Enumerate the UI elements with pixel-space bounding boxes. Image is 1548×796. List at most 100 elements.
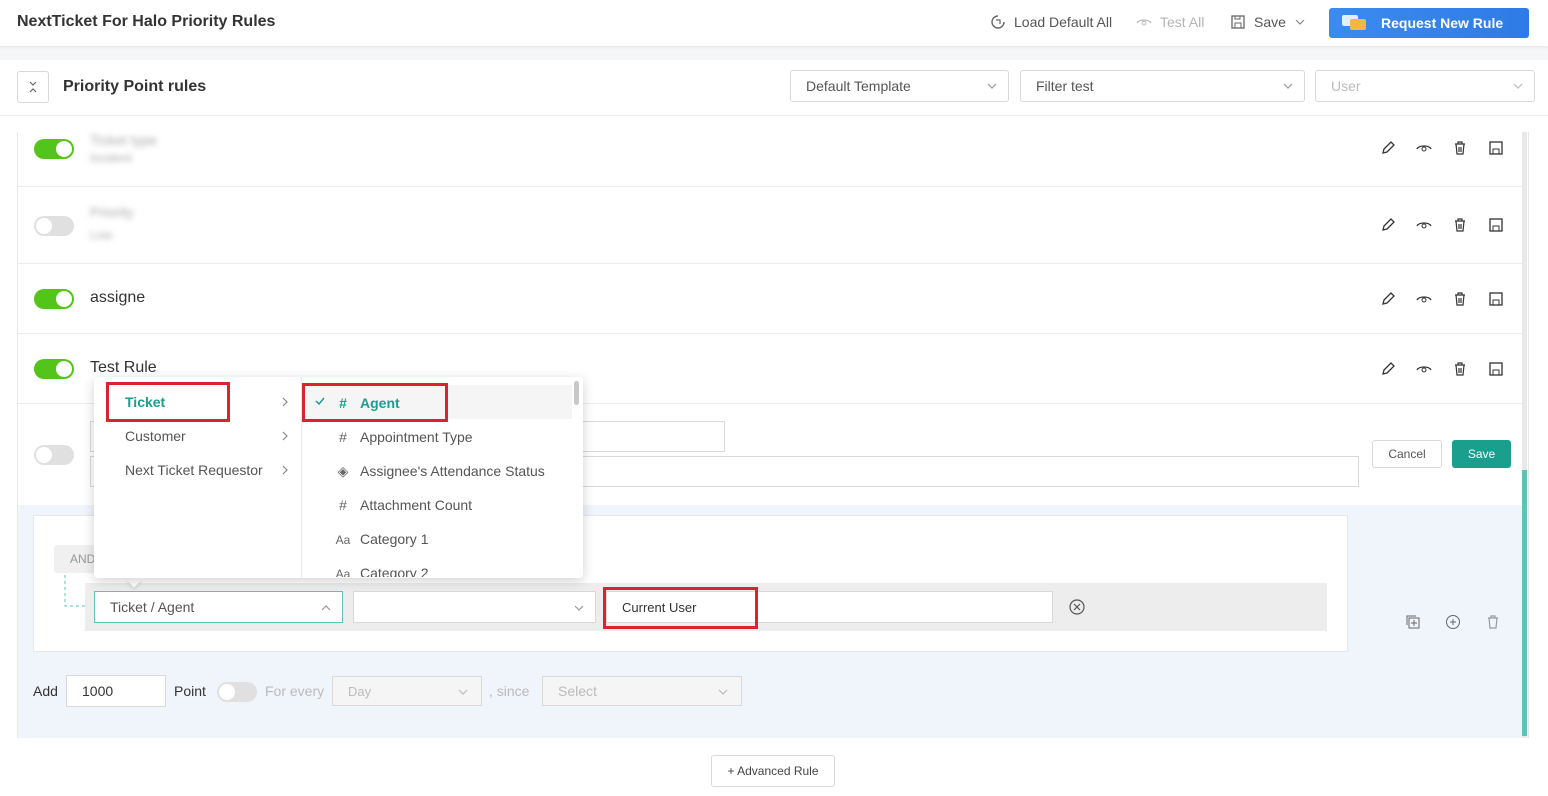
save-icon[interactable] xyxy=(1488,361,1504,377)
chevron-down-icon xyxy=(1283,83,1293,89)
edit-icon[interactable] xyxy=(1380,217,1396,233)
save-icon[interactable] xyxy=(1488,291,1504,307)
point-label: Point xyxy=(174,683,206,699)
eye-icon[interactable] xyxy=(1416,361,1432,377)
trash-icon[interactable] xyxy=(1452,217,1468,233)
rule-name: Test Rule xyxy=(90,359,157,376)
edit-icon[interactable] xyxy=(1380,291,1396,307)
recurring-toggle[interactable] xyxy=(217,682,257,702)
trash-icon[interactable] xyxy=(1452,140,1468,156)
chevron-down-icon xyxy=(718,689,728,695)
trash-icon[interactable] xyxy=(1452,361,1468,377)
save-menu-button[interactable]: Save xyxy=(1230,14,1306,30)
header-divider xyxy=(0,115,1548,116)
save-icon[interactable] xyxy=(1488,140,1504,156)
add-label: Add xyxy=(33,683,58,699)
rule-toggle[interactable] xyxy=(34,289,74,309)
since-select[interactable]: Select xyxy=(542,676,742,706)
text-icon: Aa xyxy=(335,567,351,577)
rule-row[interactable]: Ticket type Incident xyxy=(18,132,1522,187)
field-label: Category 1 xyxy=(360,531,429,547)
operator-select[interactable] xyxy=(353,591,596,623)
template-select-value: Default Template xyxy=(806,78,911,94)
load-default-all-label: Load Default All xyxy=(1014,14,1113,30)
eye-icon[interactable] xyxy=(1416,291,1432,307)
eye-icon[interactable] xyxy=(1416,140,1432,156)
cancel-button[interactable]: Cancel xyxy=(1372,440,1442,468)
trash-icon[interactable] xyxy=(1452,291,1468,307)
text-icon: Aa xyxy=(335,533,351,547)
chat-bubbles-icon xyxy=(1342,15,1366,30)
points-input[interactable]: 1000 xyxy=(66,675,166,707)
rule-toggle[interactable] xyxy=(34,445,74,465)
request-new-rule-button[interactable]: Request New Rule xyxy=(1329,8,1529,38)
and-toggle[interactable]: AND xyxy=(54,545,98,573)
category-item-customer[interactable]: Customer xyxy=(125,428,186,444)
chevron-right-icon xyxy=(282,465,288,475)
scrollbar-thumb[interactable] xyxy=(1522,470,1527,736)
row-actions xyxy=(1380,217,1504,233)
rule-row[interactable]: assigne xyxy=(18,264,1522,334)
edit-icon[interactable] xyxy=(1380,140,1396,156)
field-item-attendance-status[interactable]: ◈ Assignee's Attendance Status xyxy=(334,463,545,480)
rule-row[interactable]: Priority Low xyxy=(18,187,1522,264)
field-item-category-1[interactable]: Aa Category 1 xyxy=(334,531,429,547)
filter-select-value: Filter test xyxy=(1036,78,1094,94)
chevron-down-icon xyxy=(574,605,584,611)
chevron-down-icon xyxy=(987,83,997,89)
field-label: Assignee's Attendance Status xyxy=(360,463,545,479)
field-item-appointment-type[interactable]: # Appointment Type xyxy=(334,429,473,445)
rule-subtext: Low xyxy=(90,228,113,242)
reload-icon xyxy=(991,15,1005,29)
rule-toggle[interactable] xyxy=(34,139,74,159)
collapse-icon xyxy=(29,81,37,93)
since-select-placeholder: Select xyxy=(558,683,597,699)
field-label: Appointment Type xyxy=(360,429,473,445)
field-item-category-2[interactable]: Aa Category 2 xyxy=(334,565,429,577)
category-item-requestor[interactable]: Next Ticket Requestor xyxy=(125,462,263,478)
field-select[interactable]: Ticket / Agent xyxy=(94,591,343,623)
rule-name: assigne xyxy=(90,289,146,306)
remove-condition-icon[interactable] xyxy=(1068,598,1086,616)
field-list-clip: Aa Category 2 xyxy=(304,558,572,577)
edit-icon[interactable] xyxy=(1380,361,1396,377)
field-label: Category 2 xyxy=(360,565,429,577)
since-label: , since xyxy=(489,683,530,699)
copy-group-icon[interactable] xyxy=(1405,614,1421,630)
user-select[interactable]: User xyxy=(1315,70,1535,102)
rule-subtext: Incident xyxy=(90,151,133,165)
tree-connector xyxy=(64,575,87,607)
chevron-right-icon xyxy=(282,397,288,407)
points-input-value: 1000 xyxy=(82,683,114,699)
for-every-label: For every xyxy=(265,683,325,699)
field-label: Attachment Count xyxy=(360,497,473,513)
collapse-button[interactable] xyxy=(17,71,49,103)
load-default-all-button[interactable]: Load Default All xyxy=(990,14,1112,30)
rule-name: Ticket type xyxy=(90,132,158,148)
save-icon[interactable] xyxy=(1488,217,1504,233)
app-title: NextTicket For Halo Priority Rules xyxy=(17,13,276,30)
save-icon xyxy=(1231,15,1245,29)
layers-icon: ◈ xyxy=(337,463,349,479)
filter-select[interactable]: Filter test xyxy=(1020,70,1305,102)
eye-icon xyxy=(1136,19,1152,26)
hash-icon: # xyxy=(339,429,347,445)
rule-toggle[interactable] xyxy=(34,216,74,236)
chevron-up-icon xyxy=(321,605,331,611)
field-item-attachment-count[interactable]: # Attachment Count xyxy=(334,497,472,513)
delete-group-icon[interactable] xyxy=(1485,614,1501,630)
save-button[interactable]: Save xyxy=(1452,440,1511,468)
period-select[interactable]: Day xyxy=(332,676,482,706)
row-actions xyxy=(1380,361,1504,377)
add-group-icon[interactable] xyxy=(1445,614,1461,630)
rule-toggle[interactable] xyxy=(34,359,74,379)
test-all-label: Test All xyxy=(1160,14,1205,30)
panel-title: Priority Point rules xyxy=(63,78,207,95)
chevron-right-icon xyxy=(282,431,288,441)
eye-icon[interactable] xyxy=(1416,217,1432,233)
template-select[interactable]: Default Template xyxy=(790,70,1009,102)
dropdown-scrollbar[interactable] xyxy=(574,381,579,405)
advanced-rule-button[interactable]: + Advanced Rule xyxy=(711,755,835,787)
test-all-button[interactable]: Test All xyxy=(1136,14,1204,30)
request-new-rule-label: Request New Rule xyxy=(1381,15,1504,31)
